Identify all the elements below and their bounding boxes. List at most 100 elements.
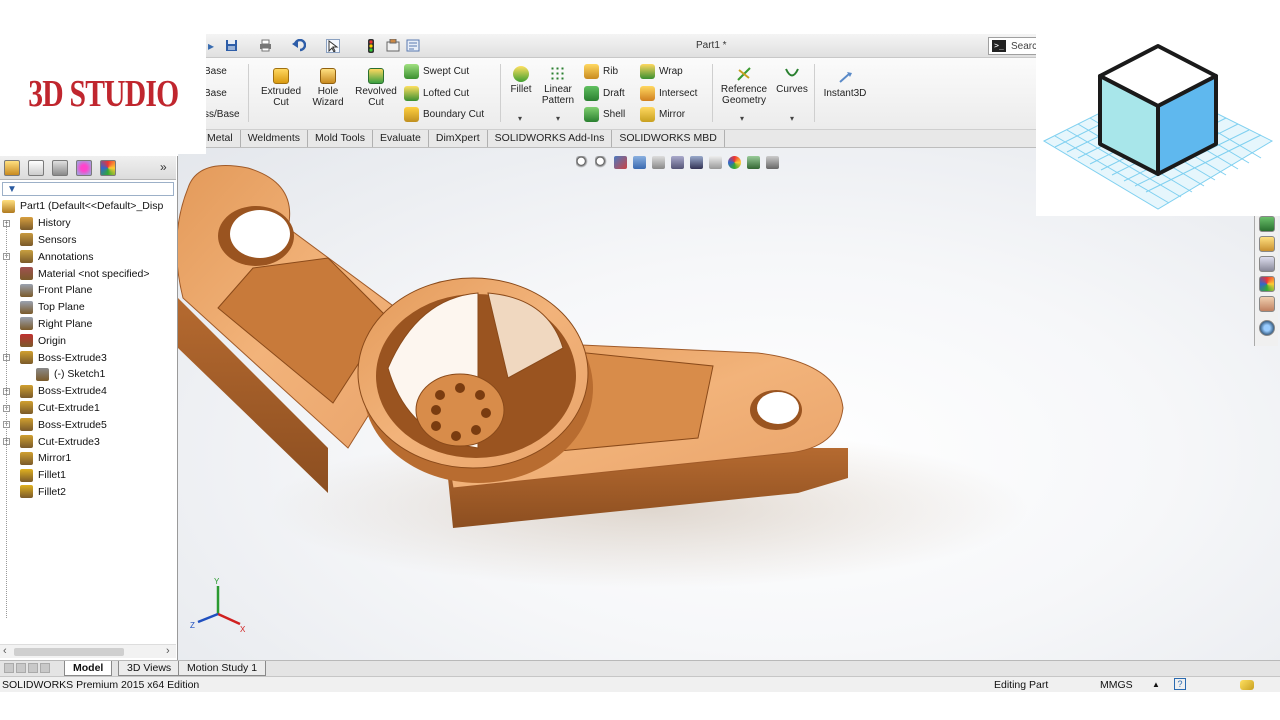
curves-dropdown-caret[interactable]: ▾ — [790, 114, 794, 123]
tab-motion-study-1[interactable]: Motion Study 1 — [178, 661, 267, 676]
unit-system-selector[interactable]: MMGS — [1100, 679, 1133, 691]
tree-item[interactable]: Right Plane — [0, 316, 176, 333]
graphics-area[interactable]: Y X Z — [178, 148, 1280, 660]
command-manager: Base Base ss/Base Extruded Cut Hole Wiza… — [200, 58, 1036, 130]
tree-item[interactable]: Material <not specified> — [0, 265, 176, 282]
tree-item[interactable]: + Boss-Extrude5 — [0, 416, 176, 433]
swept-cut-button[interactable]: Swept Cut — [404, 64, 469, 79]
mirror-label: Mirror — [659, 109, 686, 120]
options-icon[interactable]: ▸ — [204, 39, 218, 53]
horizontal-scrollbar[interactable]: ‹ › — [0, 644, 176, 658]
tree-root-part[interactable]: Part1 (Default<<Default>_Disp — [0, 198, 176, 215]
tree-item[interactable]: + Boss-Extrude3 — [0, 349, 176, 366]
hole-wizard-button[interactable]: Hole Wizard — [308, 68, 348, 108]
reference-geometry-dropdown-caret[interactable]: ▾ — [740, 114, 744, 123]
rib-button[interactable]: Rib — [584, 64, 618, 79]
appearances-icon[interactable] — [1259, 276, 1275, 292]
tree-item-label: Right Plane — [38, 317, 93, 330]
tree-item[interactable]: (-) Sketch1 — [0, 366, 176, 383]
tree-item-label: Boss-Extrude3 — [38, 351, 107, 364]
tab-scroll-arrows[interactable] — [4, 663, 50, 673]
solidworks-forum-icon[interactable] — [1259, 320, 1275, 336]
file-properties-icon[interactable] — [386, 38, 400, 53]
tree-item-label: Cut-Extrude3 — [38, 435, 100, 448]
tab-solidworks-mbd[interactable]: SOLIDWORKS MBD — [612, 130, 725, 147]
linear-pattern-label: Linear Pattern — [541, 84, 575, 106]
tree-item-label: Sensors — [38, 233, 77, 246]
help-icon[interactable]: ? — [1174, 678, 1186, 690]
curves-button[interactable]: Curves — [774, 66, 810, 95]
print-icon[interactable] — [258, 39, 272, 53]
studio-logo: 3D STUDIO — [0, 34, 206, 154]
intersect-button[interactable]: Intersect — [640, 86, 697, 101]
tree-item[interactable]: + Cut-Extrude1 — [0, 400, 176, 417]
tab-3d-views[interactable]: 3D Views — [118, 661, 181, 676]
curves-icon — [784, 66, 800, 82]
rebuild-status-icon[interactable] — [1240, 680, 1254, 690]
tree-item[interactable]: Sensors — [0, 232, 176, 249]
display-manager-tab-icon[interactable] — [100, 160, 116, 176]
fillet-button[interactable]: Fillet — [506, 66, 536, 95]
tree-item[interactable]: + Annotations — [0, 248, 176, 265]
tab-model[interactable]: Model — [64, 661, 113, 676]
file-explorer-icon[interactable] — [1259, 256, 1275, 272]
extruded-cut-button[interactable]: Extruded Cut — [258, 68, 304, 108]
scroll-right-icon[interactable]: › — [166, 645, 170, 657]
boss-base-item-1[interactable]: Base — [204, 66, 227, 77]
ribbon-separator — [500, 64, 501, 122]
shell-button[interactable]: Shell — [584, 107, 625, 122]
save-icon[interactable] — [224, 39, 238, 53]
tree-item[interactable]: + History — [0, 215, 176, 232]
tree-item-label: History — [38, 217, 71, 230]
tab-evaluate[interactable]: Evaluate — [373, 130, 429, 147]
tree-item[interactable]: Fillet1 — [0, 467, 176, 484]
search-commands-input[interactable]: >_ Searc — [988, 37, 1038, 55]
part-icon — [2, 199, 15, 213]
scroll-thumb[interactable] — [14, 648, 124, 656]
undo-icon[interactable] — [292, 38, 307, 53]
tree-item[interactable]: + Cut-Extrude3 — [0, 433, 176, 450]
linear-pattern-dropdown-caret[interactable]: ▾ — [556, 114, 560, 123]
rebuild-icon[interactable] — [364, 39, 378, 53]
tab-solidworks-add-ins[interactable]: SOLIDWORKS Add-Ins — [488, 130, 613, 147]
select-icon[interactable] — [326, 39, 340, 53]
more-tabs-chevron-icon[interactable]: » — [160, 160, 167, 174]
feature-icon — [20, 418, 33, 432]
tree-item[interactable]: Front Plane — [0, 282, 176, 299]
lofted-cut-button[interactable]: Lofted Cut — [404, 86, 469, 101]
draft-button[interactable]: Draft — [584, 86, 625, 101]
revolved-cut-button[interactable]: Revolved Cut — [352, 68, 400, 108]
tab-dimxpert[interactable]: DimXpert — [429, 130, 488, 147]
linear-pattern-button[interactable]: Linear Pattern — [538, 66, 578, 106]
part-model[interactable] — [178, 148, 1280, 660]
property-manager-tab-icon[interactable] — [28, 160, 44, 176]
solidworks-resources-icon[interactable] — [1259, 216, 1275, 232]
instant3d-button[interactable]: Instant3D — [820, 70, 870, 99]
tree-item[interactable]: Origin — [0, 332, 176, 349]
tab-sheet-metal[interactable]: Metal — [200, 130, 241, 147]
feature-manager-tab-icon[interactable] — [4, 160, 20, 176]
tab-mold-tools[interactable]: Mold Tools — [308, 130, 374, 147]
boss-base-item-3[interactable]: ss/Base — [204, 109, 240, 120]
boundary-cut-button[interactable]: Boundary Cut — [404, 107, 484, 122]
tab-weldments[interactable]: Weldments — [241, 130, 309, 147]
custom-properties-icon[interactable] — [1259, 296, 1275, 312]
tree-item[interactable]: Top Plane — [0, 299, 176, 316]
feature-tree-filter[interactable]: ▼ — [2, 182, 174, 196]
fillet-dropdown-caret[interactable]: ▾ — [518, 114, 522, 123]
dimxpert-manager-tab-icon[interactable] — [76, 160, 92, 176]
mirror-button[interactable]: Mirror — [640, 107, 685, 122]
design-library-icon[interactable] — [1259, 236, 1275, 252]
options-settings-icon[interactable] — [406, 39, 420, 53]
swept-cut-label: Swept Cut — [423, 66, 470, 77]
boundary-cut-icon — [404, 107, 419, 122]
tree-item[interactable]: Fillet2 — [0, 484, 176, 501]
boss-base-item-2[interactable]: Base — [204, 88, 227, 99]
reference-geometry-button[interactable]: Reference Geometry — [718, 66, 770, 106]
unit-system-caret-icon[interactable]: ▲ — [1152, 680, 1160, 689]
scroll-left-icon[interactable]: ‹ — [3, 645, 7, 657]
tree-item[interactable]: + Boss-Extrude4 — [0, 383, 176, 400]
wrap-button[interactable]: Wrap — [640, 64, 683, 79]
tree-item[interactable]: Mirror1 — [0, 450, 176, 467]
configuration-manager-tab-icon[interactable] — [52, 160, 68, 176]
